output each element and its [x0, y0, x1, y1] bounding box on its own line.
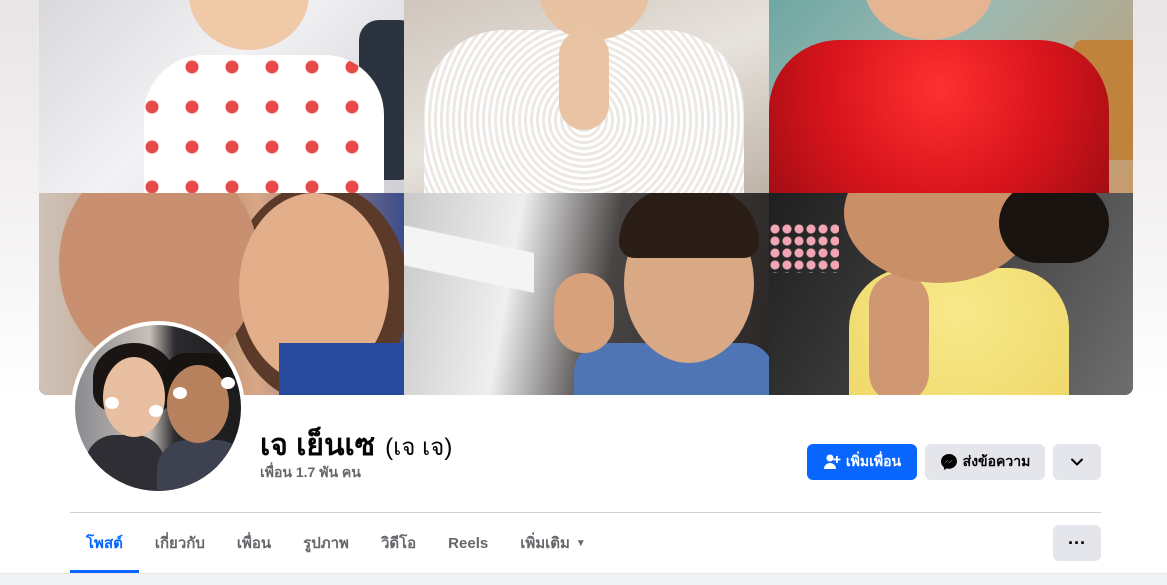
cover-tile-girl-lace-dress — [404, 0, 769, 193]
tab-photos[interactable]: รูปภาพ — [287, 513, 365, 573]
caret-down-icon: ▼ — [575, 537, 586, 549]
tab-label: เพิ่มเติม — [520, 535, 570, 552]
tab-videos[interactable]: วิดีโอ — [365, 513, 432, 573]
chevron-down-icon — [1070, 455, 1084, 469]
profile-tabs: โพสต์ เกี่ยวกับ เพื่อน รูปภาพ วิดีโอ Ree… — [70, 513, 602, 573]
cover-tile-boy-v-sign — [404, 193, 769, 395]
avatar — [75, 325, 241, 491]
tab-posts[interactable]: โพสต์ — [70, 513, 139, 573]
tabs-more-button[interactable]: ··· — [1053, 525, 1101, 561]
add-friend-button[interactable]: เพิ่มเพื่อน — [807, 444, 917, 480]
tab-more[interactable]: เพิ่มเติม ▼ — [504, 513, 602, 573]
tab-label: รูปภาพ — [303, 535, 349, 552]
tab-reels[interactable]: Reels — [432, 513, 504, 573]
message-label: ส่งข้อความ — [962, 453, 1031, 469]
friends-count[interactable]: เพื่อน 1.7 พัน คน — [260, 462, 361, 484]
cover-tile-girl-heart-dress — [39, 0, 404, 193]
cover-tile-girl-red-dress — [769, 0, 1133, 193]
profile-name-text: เจ เย็นเซ — [260, 429, 376, 462]
tab-label: วิดีโอ — [380, 535, 417, 552]
message-button[interactable]: ส่งข้อความ — [925, 444, 1045, 480]
profile-more-button[interactable] — [1053, 444, 1101, 480]
cover-tile-girl-yellow-shirt — [769, 193, 1133, 395]
add-friend-icon — [823, 453, 841, 471]
tab-friends[interactable]: เพื่อน — [221, 513, 287, 573]
add-friend-label: เพิ่มเพื่อน — [845, 453, 902, 469]
profile-picture[interactable] — [71, 321, 245, 495]
page-background — [0, 573, 1167, 585]
tab-label: โพสต์ — [86, 535, 123, 552]
messenger-icon — [940, 453, 958, 471]
tab-label: เกี่ยวกับ — [154, 535, 205, 552]
tab-about[interactable]: เกี่ยวกับ — [139, 513, 221, 573]
tab-label: Reels — [448, 534, 489, 552]
profile-alt-name: (เจ เจ) — [385, 434, 453, 461]
tab-label: เพื่อน — [236, 535, 272, 552]
